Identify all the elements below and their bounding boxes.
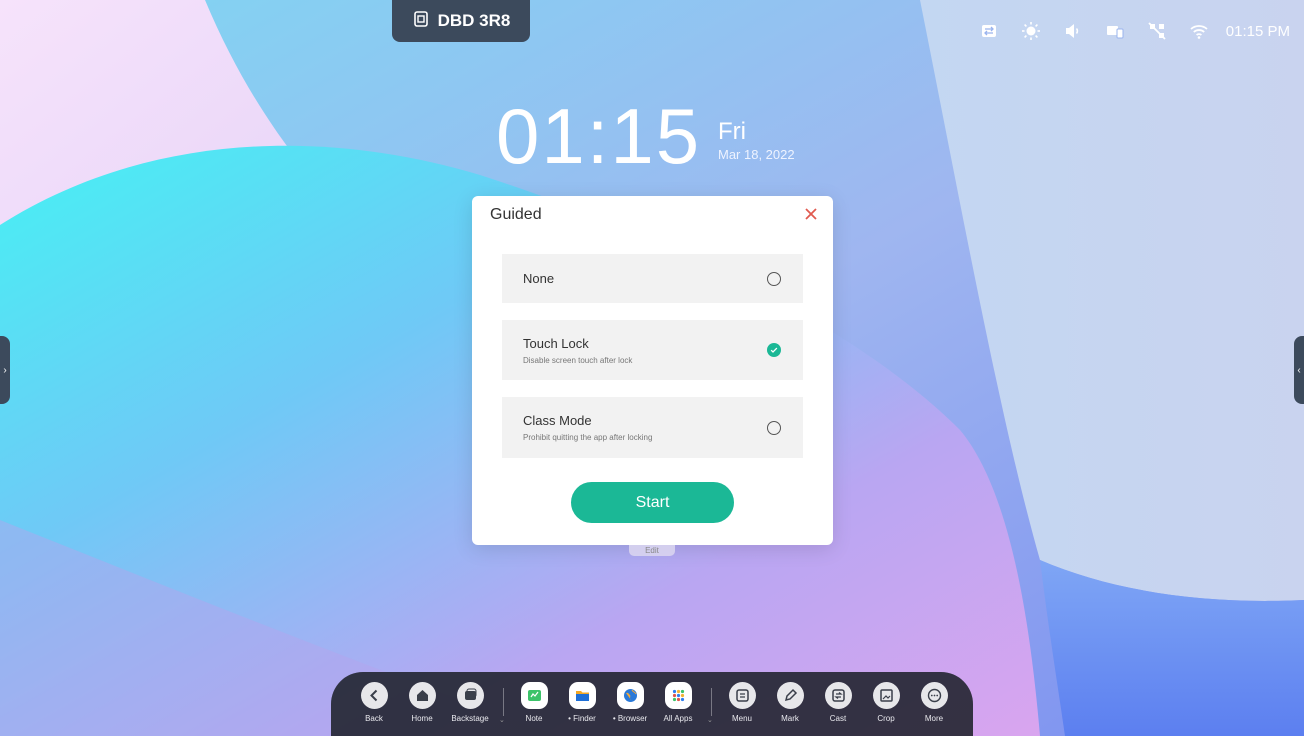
dock-backstage-button[interactable]: Backstage [450,682,490,732]
dock-label: Home [411,714,433,723]
apps-grid-icon [664,682,692,709]
dock-label: Backstage [451,714,489,723]
note-icon [520,682,548,709]
dock-menu-button[interactable]: Menu [722,682,762,732]
edit-tab[interactable]: Edit [629,545,675,556]
close-icon[interactable] [801,204,821,224]
dock-label: Cast [829,714,847,723]
transfer-icon[interactable] [968,18,1010,44]
option-touch-lock[interactable]: Touch Lock Disable screen touch after lo… [502,320,803,380]
option-label: Touch Lock [523,335,589,351]
dock-label: Mark [781,714,799,723]
wifi-icon[interactable] [1178,18,1220,44]
dock-label: All Apps [663,714,693,723]
clock-time: 01:15 [496,92,702,180]
dialog-title: Guided [490,206,542,223]
option-description: Disable screen touch after lock [523,355,633,365]
dock-label: More [924,714,944,723]
pen-icon [776,682,804,709]
back-arrow-icon [360,682,388,709]
menu-icon [728,682,756,709]
dock-label: • Finder [568,714,596,723]
chevron-down-icon: ⌄ [499,717,505,724]
clock-day: Fri [718,118,746,145]
device-code-badge[interactable]: DBD 3R8 [392,0,530,42]
dock-divider [711,688,712,716]
option-none[interactable]: None [502,254,803,303]
status-time: 01:15 PM [1225,22,1290,40]
browser-icon [616,682,644,709]
dock-browser-button[interactable]: • Browser [610,682,650,732]
dock-note-button[interactable]: Note [514,682,554,732]
more-icon [920,682,948,709]
option-label: Class Mode [523,413,592,428]
right-side-handle[interactable]: ‹ [1294,336,1304,404]
radio-selected-check-icon[interactable] [767,343,781,357]
volume-icon[interactable] [1052,18,1094,44]
cast-code-icon [412,10,430,33]
folder-icon [568,682,596,709]
bottom-dock: Back Home Backstage ⌄ Note • Finder • Br… [331,672,973,736]
dock-mark-button[interactable]: Mark [770,682,810,732]
dock-more-button[interactable]: More [914,682,954,732]
radio-unselected[interactable] [767,271,781,286]
dock-home-button[interactable]: Home [402,682,442,732]
dock-label: Note [525,714,543,723]
option-description: Prohibit quitting the app after locking [523,433,653,442]
cast-icon [824,682,852,709]
network-off-icon[interactable] [1136,18,1178,44]
dock-label: • Browser [612,714,648,723]
dock-label: Back [365,714,383,723]
option-label: None [523,271,555,286]
guided-dialog: Guided None Touch Lock Disable screen to… [472,196,833,545]
start-button[interactable]: Start [571,482,734,523]
dock-finder-button[interactable]: • Finder [562,682,602,732]
dock-label: Crop [877,714,895,723]
left-side-handle[interactable]: › [0,336,10,404]
dock-label: Menu [731,714,752,723]
option-class-mode[interactable]: Class Mode Prohibit quitting the app aft… [502,397,803,458]
device-code-label: DBD 3R8 [437,11,511,30]
chevron-down-icon: ⌄ [707,717,713,724]
home-icon [408,682,436,709]
crop-icon [872,682,900,709]
screen-share-icon[interactable] [1094,18,1136,44]
dock-crop-button[interactable]: Crop [866,682,906,732]
dock-all-apps-button[interactable]: All Apps [658,682,698,732]
backstage-icon [456,682,484,709]
radio-unselected[interactable] [767,420,781,435]
dock-back-button[interactable]: Back [354,682,394,732]
brightness-icon[interactable] [1010,18,1052,44]
status-bar: 01:15 PM [968,18,1290,44]
dock-cast-button[interactable]: Cast [818,682,858,732]
dock-divider [503,688,504,716]
clock-date: Mar 18, 2022 [718,147,795,162]
